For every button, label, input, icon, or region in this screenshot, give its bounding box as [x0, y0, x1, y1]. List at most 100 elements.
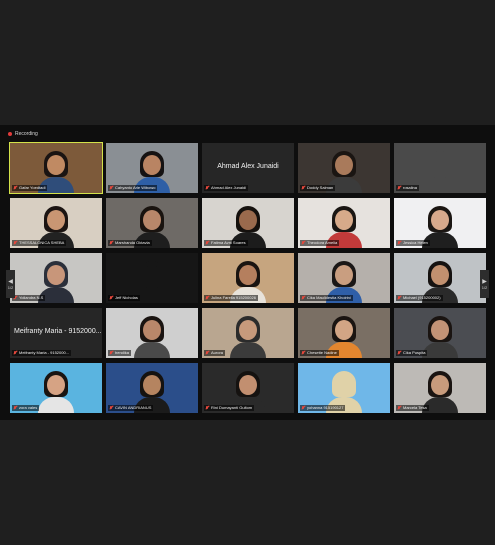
- muted-mic-icon: [206, 241, 209, 245]
- muted-mic-icon: [398, 351, 401, 355]
- muted-mic-icon: [302, 186, 305, 190]
- participant-name: Julina Farella 915200026: [211, 295, 256, 300]
- participant-name: Doddy Salman: [307, 185, 334, 190]
- participant-name: Cika Puspita: [403, 350, 426, 355]
- participant-tile[interactable]: Fatima Avni Soares: [201, 197, 295, 249]
- participant-name: Meifranty Maria - 9152000...: [19, 350, 70, 355]
- participant-tile[interactable]: Ahmad Alex Junaidi Ahmad Alex Junaidi: [201, 142, 295, 194]
- participant-tile[interactable]: Marshanda Oktavia: [105, 197, 199, 249]
- muted-mic-icon: [302, 296, 305, 300]
- participant-name: CAVIN ANDRIANUS: [115, 405, 152, 410]
- participant-name-label: Gafar Yoedtadi: [12, 185, 48, 191]
- participant-name: Ahmad Alex Junaidi: [211, 185, 247, 190]
- participant-name-label: Michael (915200002): [396, 295, 443, 301]
- page-indicator-left: 1/2: [7, 285, 14, 290]
- gallery-grid: Gafar Yoedtadi Cahyanto Arie Wibowo Ahmad …: [9, 142, 489, 415]
- muted-mic-icon: [14, 186, 17, 190]
- participant-name-label: Theodora Amelia: [300, 240, 340, 246]
- recording-indicator[interactable]: Recording: [8, 129, 38, 139]
- page-indicator-right: 1/2: [481, 285, 488, 290]
- muted-mic-icon: [206, 296, 209, 300]
- participant-name-label: Ahmad Alex Junaidi: [204, 185, 249, 191]
- participant-name: Fatima Avni Soares: [211, 240, 246, 245]
- participant-tile[interactable]: Aurora: [201, 307, 295, 359]
- participant-name: Gafar Yoedtadi: [19, 185, 46, 190]
- chevron-left-icon: ◀: [8, 279, 13, 285]
- next-page-button[interactable]: ▶ 1/2: [480, 270, 489, 298]
- participant-display-name: Meifranty Maria - 9152000...: [14, 328, 102, 335]
- participant-name-label: rosalina: [396, 185, 420, 191]
- recording-label: Recording: [15, 131, 38, 137]
- participant-name-label: Yoliandra N.S: [12, 295, 46, 301]
- muted-mic-icon: [110, 186, 113, 190]
- participant-tile[interactable]: rosalina: [393, 142, 487, 194]
- participant-name: rosalina: [403, 185, 418, 190]
- participant-tile[interactable]: Michael (915200002): [393, 252, 487, 304]
- participant-tile[interactable]: Chesette Nadine: [297, 307, 391, 359]
- participant-display-name: Ahmad Alex Junaidi: [217, 163, 279, 170]
- chevron-right-icon: ▶: [482, 279, 487, 285]
- muted-mic-icon: [110, 351, 113, 355]
- participant-name-label: Jeff Nicholas: [108, 295, 140, 301]
- participant-name: Jeff Nicholas: [115, 295, 138, 300]
- muted-mic-icon: [14, 406, 17, 410]
- participant-name-label: yohanna 915190127: [300, 405, 346, 411]
- participant-name-label: Jessica Helen: [396, 240, 430, 246]
- participant-tile[interactable]: CAVIN ANDRIANUS: [105, 362, 199, 414]
- participant-tile[interactable]: yohanna 915190127: [297, 362, 391, 414]
- participant-tile[interactable]: Meifranty Maria - 9152000... Meifranty Ma…: [9, 307, 103, 359]
- participant-tile[interactable]: Jessica Helen: [393, 197, 487, 249]
- participant-name-label: Doddy Salman: [300, 185, 336, 191]
- muted-mic-icon: [302, 241, 305, 245]
- muted-mic-icon: [398, 241, 401, 245]
- muted-mic-icon: [206, 351, 209, 355]
- participant-name: Cika Maulidestia Khoirini: [307, 295, 351, 300]
- participant-name-label: Marcela Tesa: [396, 405, 429, 411]
- muted-mic-icon: [206, 186, 209, 190]
- participant-name-label: Cika Puspita: [396, 350, 428, 356]
- participant-tile[interactable]: Julina Farella 915200026: [201, 252, 295, 304]
- participant-tile[interactable]: Cika Puspita: [393, 307, 487, 359]
- muted-mic-icon: [14, 351, 17, 355]
- participant-name-label: Julina Farella 915200026: [204, 295, 258, 301]
- muted-mic-icon: [302, 406, 305, 410]
- participant-tile[interactable]: Jeff Nicholas: [105, 252, 199, 304]
- participant-tile[interactable]: Gafar Yoedtadi: [9, 142, 103, 194]
- muted-mic-icon: [302, 351, 305, 355]
- muted-mic-icon: [110, 406, 113, 410]
- participant-name: zora vales: [19, 405, 38, 410]
- participant-name: THESSALONICA SHEBA: [19, 240, 65, 245]
- participant-tile[interactable]: hendika: [105, 307, 199, 359]
- participant-tile[interactable]: Rini Dumayanti Gultom: [201, 362, 295, 414]
- participant-video: [230, 314, 266, 358]
- participant-name-label: THESSALONICA SHEBA: [12, 240, 67, 246]
- participant-tile[interactable]: Doddy Salman: [297, 142, 391, 194]
- participant-name-label: Aurora: [204, 350, 226, 356]
- previous-page-button[interactable]: ◀ 1/2: [6, 270, 15, 298]
- participant-name-label: Cahyanto Arie Wibowo: [108, 185, 158, 191]
- participant-tile[interactable]: Yoliandra N.S: [9, 252, 103, 304]
- participant-name-label: Chesette Nadine: [300, 350, 339, 356]
- participant-name: Theodora Amelia: [307, 240, 338, 245]
- muted-mic-icon: [110, 296, 113, 300]
- participant-name: Marcela Tesa: [403, 405, 427, 410]
- participant-tile[interactable]: Marcela Tesa: [393, 362, 487, 414]
- participant-name: Rini Dumayanti Gultom: [211, 405, 253, 410]
- muted-mic-icon: [110, 241, 113, 245]
- participant-tile[interactable]: Cahyanto Arie Wibowo: [105, 142, 199, 194]
- participant-name: Chesette Nadine: [307, 350, 337, 355]
- participant-name-label: zora vales: [12, 405, 40, 411]
- participant-tile[interactable]: zora vales: [9, 362, 103, 414]
- participant-tile[interactable]: Cika Maulidestia Khoirini: [297, 252, 391, 304]
- participant-tile[interactable]: Theodora Amelia: [297, 197, 391, 249]
- participant-name: Aurora: [211, 350, 224, 355]
- participant-name: Michael (915200002): [403, 295, 441, 300]
- muted-mic-icon: [398, 296, 401, 300]
- muted-mic-icon: [398, 186, 401, 190]
- participant-name-label: Meifranty Maria - 9152000...: [12, 350, 72, 356]
- participant-name: hendika: [115, 350, 130, 355]
- participant-name-label: Marshanda Oktavia: [108, 240, 152, 246]
- participant-name: yohanna 915190127: [307, 405, 344, 410]
- participant-name-label: Fatima Avni Soares: [204, 240, 248, 246]
- participant-tile[interactable]: THESSALONICA SHEBA: [9, 197, 103, 249]
